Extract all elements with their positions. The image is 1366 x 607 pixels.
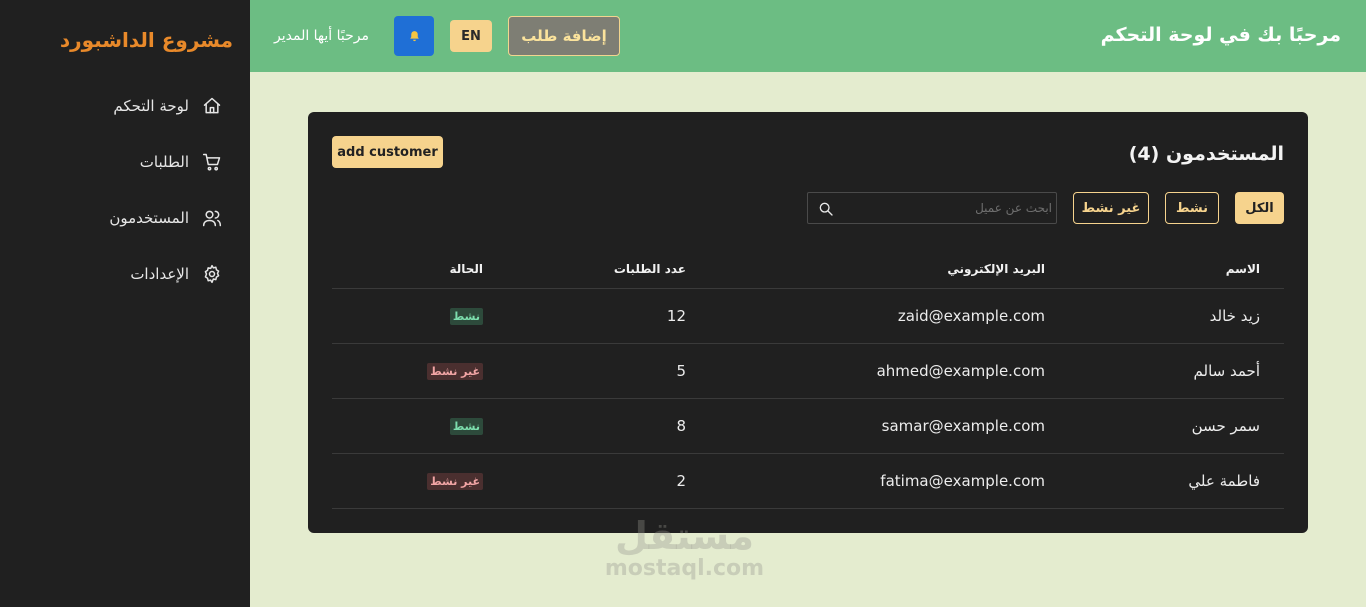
sidebar-item-label: المستخدمون bbox=[109, 209, 189, 227]
search-icon bbox=[818, 201, 834, 217]
user-email: samar@example.com bbox=[710, 398, 1069, 454]
user-name: زيد خالد bbox=[1069, 288, 1284, 344]
table-row: زيد خالد zaid@example.com 12 نشط bbox=[332, 288, 1284, 344]
column-header-orders: عدد الطلبات bbox=[507, 250, 710, 289]
user-email: fatima@example.com bbox=[710, 453, 1069, 509]
user-name: أحمد سالم bbox=[1069, 343, 1284, 399]
cart-icon bbox=[201, 151, 223, 173]
top-header: مرحبًا بك في لوحة التحكم إضافة طلب EN مر… bbox=[250, 0, 1366, 72]
table-row: فاطمة علي fatima@example.com 2 غير نشط bbox=[332, 453, 1284, 509]
table-row: أحمد سالم ahmed@example.com 5 غير نشط bbox=[332, 343, 1284, 399]
add-order-button[interactable]: إضافة طلب bbox=[508, 16, 620, 56]
users-card: المستخدمون (4) add customer الكل نشط غير… bbox=[308, 112, 1308, 533]
column-header-status: الحالة bbox=[332, 250, 507, 289]
filter-inactive-button[interactable]: غير نشط bbox=[1073, 192, 1149, 224]
watermark-arabic: مستقل bbox=[615, 514, 754, 558]
add-customer-button[interactable]: add customer bbox=[332, 136, 443, 168]
page-title: مرحبًا بك في لوحة التحكم bbox=[1100, 24, 1341, 46]
bell-icon bbox=[408, 30, 421, 43]
sidebar-item-label: الطلبات bbox=[139, 153, 189, 171]
user-orders-count: 5 bbox=[507, 343, 710, 399]
filter-active-button[interactable]: نشط bbox=[1165, 192, 1219, 224]
table-header-row: الاسم البريد الإلكتروني عدد الطلبات الحا… bbox=[332, 250, 1284, 289]
home-icon bbox=[201, 95, 223, 117]
sidebar-item-dashboard[interactable]: لوحة التحكم bbox=[113, 91, 223, 121]
search-input[interactable] bbox=[838, 193, 1052, 223]
brand-title: مشروع الداشبورد bbox=[59, 28, 233, 52]
users-table: الاسم البريد الإلكتروني عدد الطلبات الحا… bbox=[332, 250, 1284, 509]
user-name: فاطمة علي bbox=[1069, 453, 1284, 509]
sidebar-item-orders[interactable]: الطلبات bbox=[140, 147, 223, 177]
status-badge: غير نشط bbox=[427, 363, 483, 380]
user-email: zaid@example.com bbox=[710, 288, 1069, 344]
column-header-name: الاسم bbox=[1069, 250, 1284, 289]
user-email: ahmed@example.com bbox=[710, 343, 1069, 399]
admin-greeting: مرحبًا أيها المدير bbox=[274, 28, 369, 44]
user-orders-count: 8 bbox=[507, 398, 710, 454]
filter-all-button[interactable]: الكل bbox=[1235, 192, 1284, 224]
gear-icon bbox=[201, 263, 223, 285]
status-badge: نشط bbox=[449, 418, 483, 435]
user-name: سمر حسن bbox=[1069, 398, 1284, 454]
column-header-email: البريد الإلكتروني bbox=[710, 250, 1069, 289]
user-orders-count: 12 bbox=[507, 288, 710, 344]
search-box bbox=[807, 192, 1057, 224]
table-row: سمر حسن samar@example.com 8 نشط bbox=[332, 398, 1284, 454]
watermark-latin: mostaql.com bbox=[604, 556, 765, 581]
sidebar-item-settings[interactable]: الإعدادات bbox=[130, 259, 223, 289]
status-badge: غير نشط bbox=[427, 473, 483, 490]
user-orders-count: 2 bbox=[507, 453, 710, 509]
language-toggle-button[interactable]: EN bbox=[450, 20, 492, 52]
mostaql-watermark: مستقل mostaql.com bbox=[602, 515, 767, 595]
users-card-title: المستخدمون (4) bbox=[1128, 143, 1284, 165]
sidebar-item-label: لوحة التحكم bbox=[113, 97, 189, 115]
users-icon bbox=[201, 207, 223, 229]
sidebar-item-label: الإعدادات bbox=[130, 265, 189, 283]
sidebar: مشروع الداشبورد لوحة التحكم الطلبات المس… bbox=[0, 0, 250, 607]
status-badge: نشط bbox=[449, 308, 483, 325]
sidebar-item-users[interactable]: المستخدمون bbox=[109, 203, 223, 233]
notifications-button[interactable] bbox=[394, 16, 434, 56]
